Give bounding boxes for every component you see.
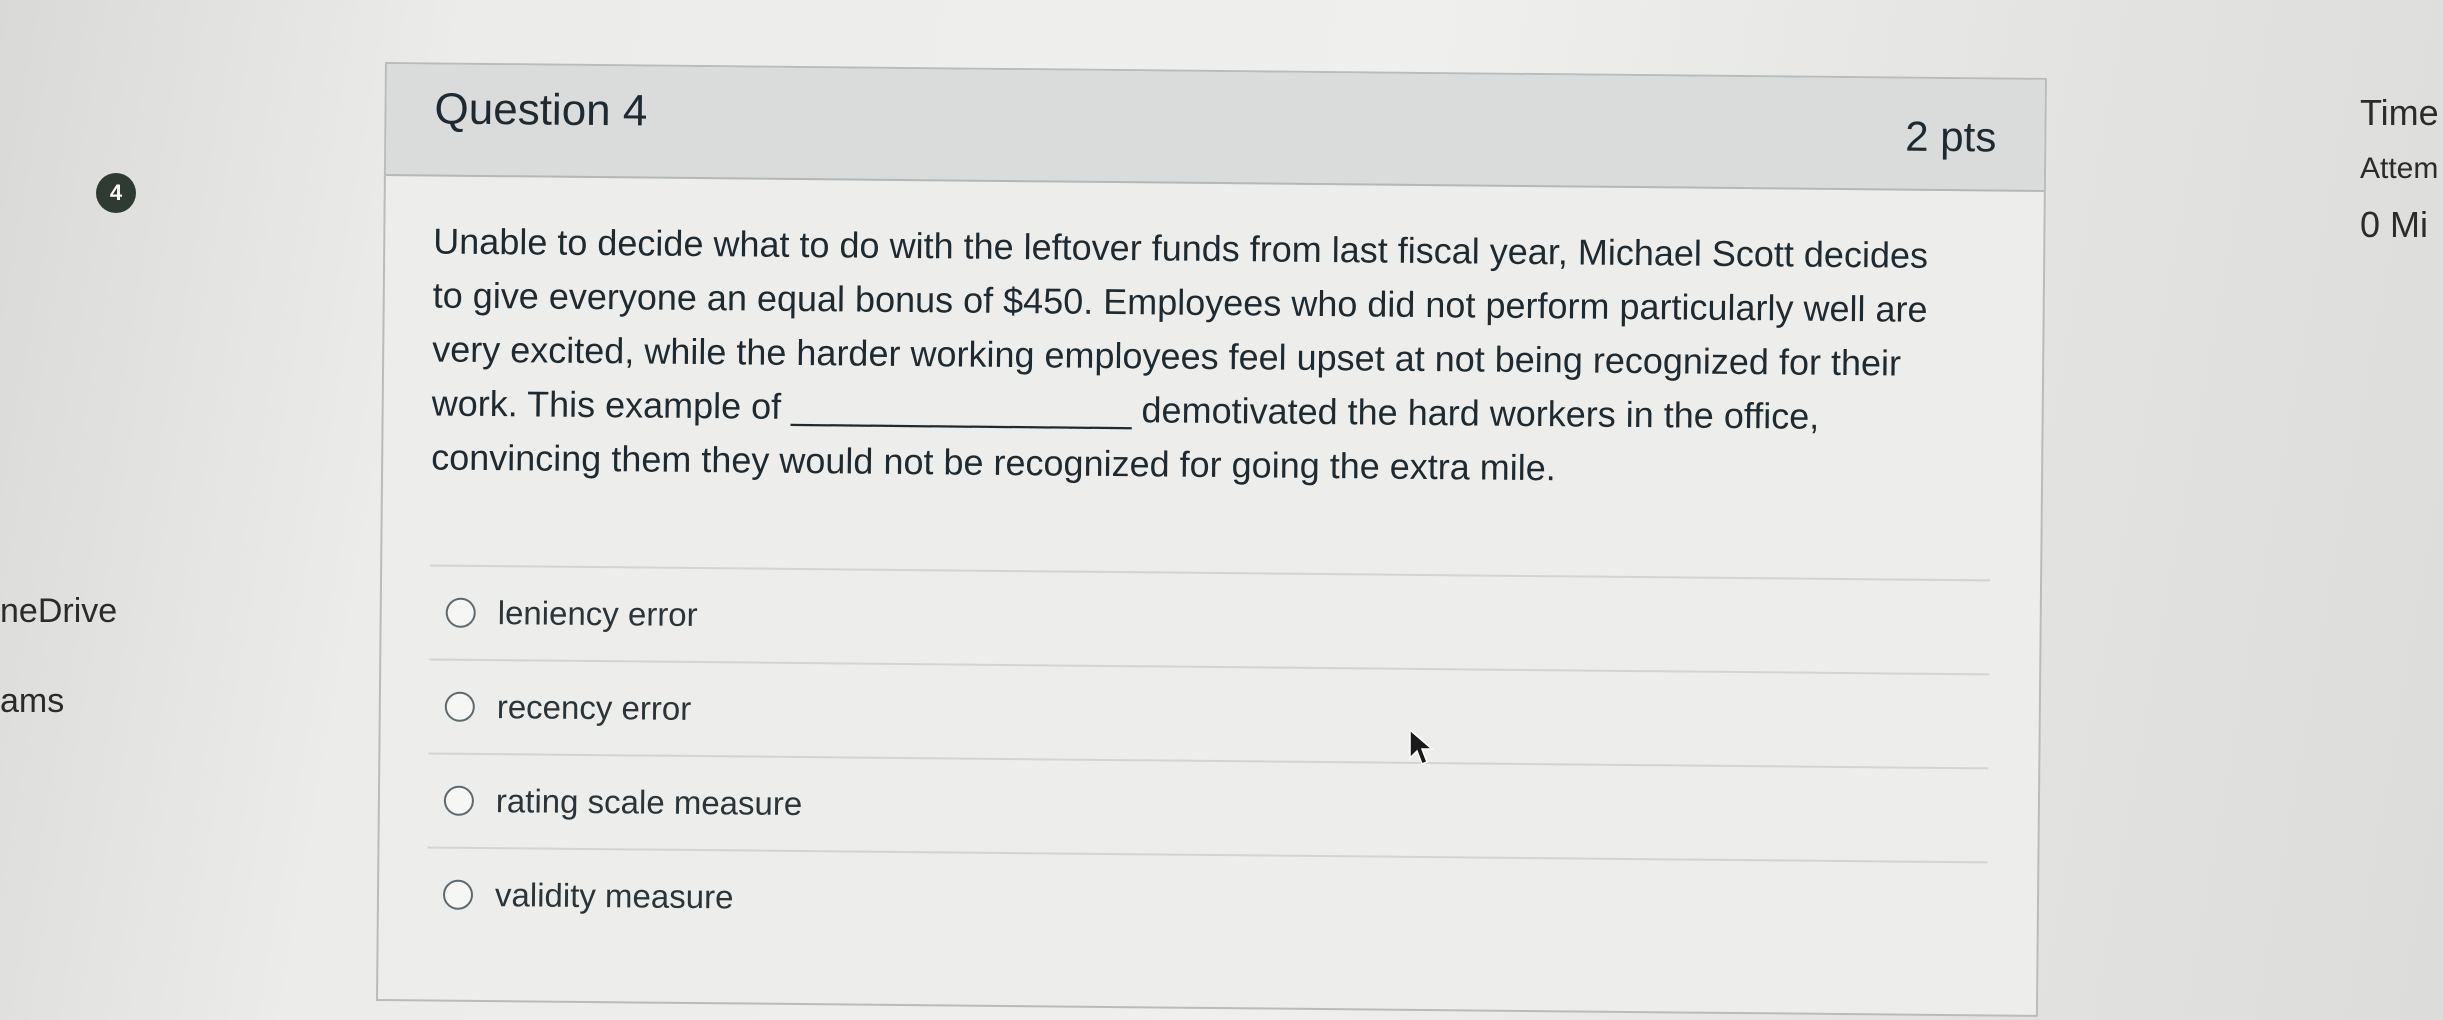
radio-button[interactable] bbox=[443, 785, 475, 816]
radio-button[interactable] bbox=[445, 597, 476, 628]
answer-label: leniency error bbox=[497, 594, 698, 634]
time-label: Time bbox=[2360, 92, 2439, 133]
answer-label: rating scale measure bbox=[495, 782, 803, 823]
question-number-badge[interactable]: 4 bbox=[96, 173, 136, 213]
nav-item-teams[interactable]: ams bbox=[0, 682, 64, 721]
answer-list: leniency error recency error rating scal… bbox=[426, 564, 1991, 956]
answer-option-validity-measure[interactable]: validity measure bbox=[426, 846, 1988, 956]
radio-button[interactable] bbox=[444, 691, 475, 722]
minutes-label: 0 Mi bbox=[2360, 204, 2429, 245]
nav-item-onedrive[interactable]: neDrive bbox=[0, 592, 117, 631]
question-text: Unable to decide what to do with the lef… bbox=[431, 214, 1994, 499]
question-points: 2 pts bbox=[1905, 112, 1997, 161]
answer-label: validity measure bbox=[494, 876, 734, 916]
mouse-pointer-icon bbox=[1409, 728, 1435, 765]
question-card: Question 4 2 pts Unable to decide what t… bbox=[375, 62, 2047, 1017]
question-header: Question 4 2 pts bbox=[385, 64, 2045, 192]
question-title: Question 4 bbox=[434, 84, 648, 136]
answer-label: recency error bbox=[496, 688, 692, 727]
answer-option-leniency-error[interactable]: leniency error bbox=[429, 564, 1991, 674]
attempt-label: Attem bbox=[2360, 152, 2439, 185]
answer-option-recency-error[interactable]: recency error bbox=[428, 658, 1990, 768]
radio-button[interactable] bbox=[442, 879, 474, 910]
answer-option-rating-scale-measure[interactable]: rating scale measure bbox=[427, 752, 1989, 862]
